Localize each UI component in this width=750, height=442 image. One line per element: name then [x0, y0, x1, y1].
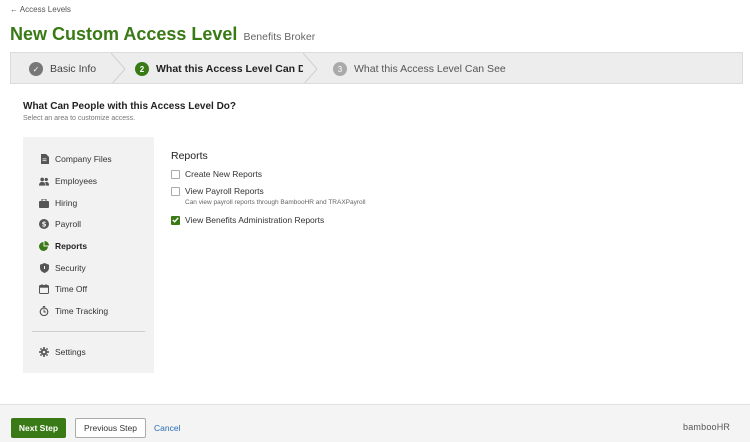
- section-subtitle: Select an area to customize access.: [23, 115, 136, 122]
- checkmark-icon: [172, 217, 179, 223]
- calendar-icon: [39, 284, 49, 294]
- step-what-can-see[interactable]: 3 What this Access Level Can See: [333, 53, 506, 83]
- next-step-button[interactable]: Next Step: [11, 418, 66, 438]
- sidebar-item-label: Company Files: [55, 154, 112, 164]
- wizard-stepper: ✓ Basic Info 2 What this Access Level Ca…: [10, 52, 743, 84]
- checkbox-label: View Benefits Administration Reports: [185, 215, 325, 225]
- people-icon: [39, 176, 49, 186]
- sidebar-item-label: Payroll: [55, 219, 81, 229]
- checkbox-checked[interactable]: [171, 215, 180, 225]
- sidebar-item-label: Time Off: [55, 284, 88, 294]
- sidebar-item-hiring[interactable]: Hiring: [39, 198, 77, 208]
- shield-icon: [39, 263, 49, 273]
- step-number: 2: [135, 62, 149, 76]
- checkbox[interactable]: [171, 186, 180, 196]
- page-subtitle: Benefits Broker: [243, 31, 316, 43]
- briefcase-icon: [39, 198, 49, 208]
- option-view-benefits-admin-reports[interactable]: View Benefits Administration Reports: [171, 215, 324, 225]
- stopwatch-icon: [39, 306, 49, 316]
- pie-chart-icon: [39, 241, 49, 251]
- brand-text: bambooHR: [683, 422, 731, 432]
- svg-text:$: $: [42, 221, 47, 229]
- footer-bar: Next Step Previous Step Cancel bambooHR: [0, 404, 750, 442]
- gear-icon: [39, 347, 49, 357]
- sidebar-item-time-tracking[interactable]: Time Tracking: [39, 306, 108, 316]
- bamboohr-logo: bambooHR: [683, 422, 730, 432]
- sidebar-item-company-files[interactable]: Company Files: [39, 154, 112, 164]
- option-view-payroll-reports[interactable]: View Payroll Reports: [171, 186, 264, 196]
- step-label: Basic Info: [50, 63, 97, 75]
- sidebar-item-label: Settings: [55, 347, 86, 357]
- step-separator: [303, 53, 318, 83]
- step-label: What this Access Level Can See: [354, 63, 506, 75]
- cancel-link[interactable]: Cancel: [154, 423, 180, 433]
- step-label: What this Access Level Can Do: [156, 63, 312, 75]
- section-title: What Can People with this Access Level D…: [23, 101, 237, 112]
- step-basic-info[interactable]: ✓ Basic Info: [29, 53, 97, 83]
- file-icon: [39, 154, 49, 164]
- checkbox-description: Can view payroll reports through BambooH…: [185, 199, 366, 206]
- step-what-can-do[interactable]: 2 What this Access Level Can Do: [135, 53, 312, 83]
- page-header: New Custom Access Level Benefits Broker: [10, 24, 315, 45]
- page-title: New Custom Access Level: [10, 24, 238, 44]
- sidebar-item-label: Reports: [55, 241, 88, 251]
- sidebar-item-payroll[interactable]: $ Payroll: [39, 219, 81, 229]
- sidebar-item-employees[interactable]: Employees: [39, 176, 97, 186]
- sidebar-item-security[interactable]: Security: [39, 263, 86, 273]
- sidebar-item-label: Time Tracking: [55, 306, 109, 316]
- check-icon: ✓: [29, 62, 43, 76]
- area-sidebar: Company Files Employees Hiring $ Payroll…: [23, 137, 154, 373]
- sidebar-item-time-off[interactable]: Time Off: [39, 284, 87, 294]
- checkbox-label: View Payroll Reports: [185, 186, 264, 196]
- sidebar-item-label: Employees: [55, 176, 98, 186]
- sidebar-item-label: Security: [55, 263, 86, 273]
- back-to-access-levels-link[interactable]: ← Access Levels: [10, 5, 71, 14]
- dollar-icon: $: [39, 219, 49, 229]
- sidebar-item-settings[interactable]: Settings: [39, 347, 86, 357]
- checkbox[interactable]: [171, 169, 180, 179]
- reports-section-title: Reports: [171, 150, 208, 162]
- sidebar-item-reports[interactable]: Reports: [39, 241, 87, 251]
- sidebar-item-label: Hiring: [55, 198, 78, 208]
- previous-step-button[interactable]: Previous Step: [75, 418, 146, 438]
- checkbox-label: Create New Reports: [185, 169, 263, 179]
- sidebar-divider: [32, 331, 145, 332]
- option-create-new-reports[interactable]: Create New Reports: [171, 169, 262, 179]
- step-number: 3: [333, 62, 347, 76]
- step-separator: [111, 53, 126, 83]
